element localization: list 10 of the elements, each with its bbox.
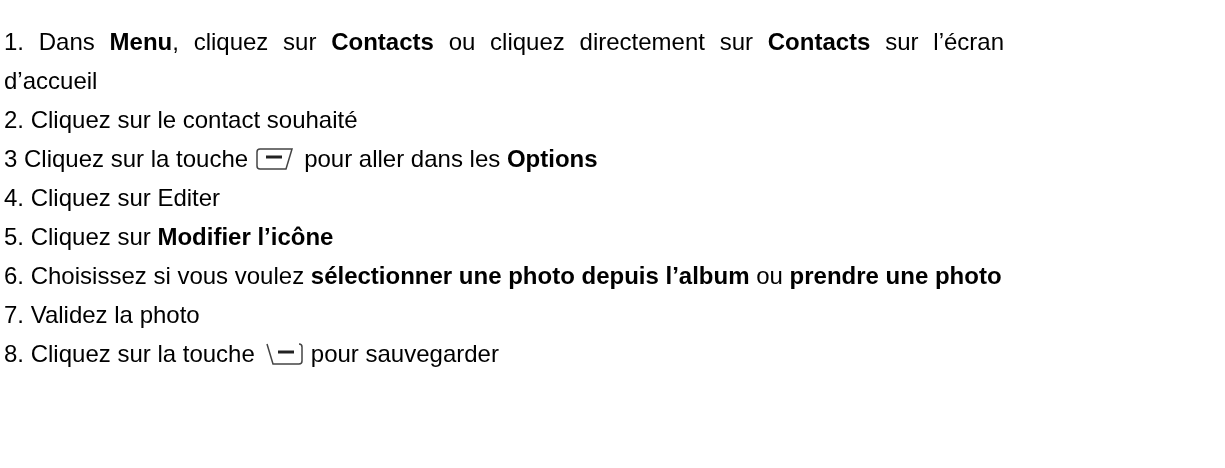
instruction-text: 3 Cliquez sur la touche xyxy=(4,144,249,174)
instruction-text: pour aller dans les Options xyxy=(304,144,598,174)
instruction-text: 8. Cliquez sur la touche xyxy=(4,339,255,369)
instruction-step: 1. Dans Menu, cliquez sur Contacts ou cliquez directement sur Contacts sur l’écran d’accueil xyxy=(4,22,1004,100)
instruction-step: 6. Choisissez si vous voulez sélectionner une photo depuis l’album ou prendre une photo xyxy=(4,256,1004,295)
instruction-text: pour sauvegarder xyxy=(310,339,499,369)
instruction-step: 2. Cliquez sur le contact souhaité xyxy=(4,100,1004,139)
instruction-step: 5. Cliquez sur Modifier l’icône xyxy=(4,217,1004,256)
instruction-step: 7. Validez la photo xyxy=(4,295,1004,334)
instruction-step: 4. Cliquez sur Editer xyxy=(4,178,1004,217)
